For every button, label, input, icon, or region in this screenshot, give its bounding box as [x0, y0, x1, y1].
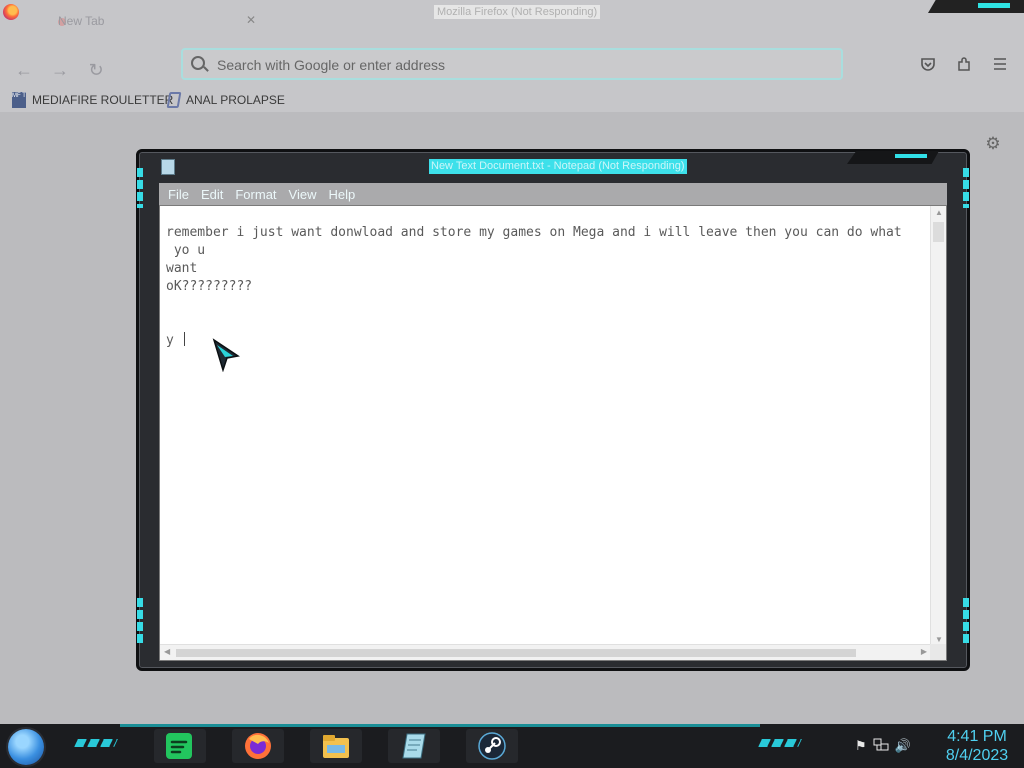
- firefox-taskbar-icon: [245, 733, 271, 759]
- frame-led-decoration: [963, 168, 969, 208]
- taskbar-clock[interactable]: 4:41 PM 8/4/2023: [934, 727, 1020, 765]
- menu-icon[interactable]: [990, 54, 1010, 74]
- spotify-taskbar-icon: [166, 733, 192, 759]
- firefox-logo-icon: [3, 4, 19, 20]
- bookmarks-toolbar: MF T MEDIAFIRE ROULETTER ANAL PROLAPSE: [0, 86, 1024, 112]
- system-tray: ⚑ 🔊: [855, 738, 911, 754]
- frame-led-decoration: [963, 598, 969, 646]
- notepad-taskbar-icon: [402, 733, 426, 759]
- taskbar-glow-decoration: [120, 724, 760, 727]
- window-controls-decoration: [847, 151, 939, 164]
- gear-icon[interactable]: ⚙: [984, 135, 1002, 153]
- window-controls-decoration: [928, 0, 1024, 13]
- mouse-cursor-icon: [212, 338, 240, 372]
- menu-edit[interactable]: Edit: [198, 187, 226, 202]
- window-title: Mozilla Firefox (Not Responding): [434, 5, 601, 19]
- tab-strip: New Tab ✕ Mozilla Firefox (Not Respondin…: [0, 0, 1024, 28]
- scroll-up-icon[interactable]: ▲: [935, 208, 943, 217]
- frame-led-decoration: [137, 168, 143, 208]
- menu-help[interactable]: Help: [325, 187, 358, 202]
- volume-icon[interactable]: 🔊: [895, 738, 911, 754]
- extensions-icon[interactable]: [954, 54, 974, 74]
- menu-format[interactable]: Format: [232, 187, 279, 202]
- start-button[interactable]: [8, 729, 44, 765]
- horizontal-scrollbar[interactable]: ◀ ▶: [160, 644, 931, 660]
- flag-icon[interactable]: ⚑: [855, 738, 867, 754]
- text-editor[interactable]: remember i just want donwload and store …: [159, 205, 947, 661]
- taskbar-app-steam[interactable]: [466, 729, 518, 763]
- size-grip[interactable]: [930, 644, 946, 660]
- search-icon: [191, 56, 205, 70]
- clock-date: 8/4/2023: [945, 747, 1009, 764]
- taskbar-app-firefox[interactable]: [232, 729, 284, 763]
- search-input[interactable]: [215, 54, 815, 76]
- bookmark-mediafire-rouletter[interactable]: MF T MEDIAFIRE ROULETTER: [12, 91, 173, 109]
- forward-icon[interactable]: →: [46, 56, 74, 84]
- scroll-left-icon[interactable]: ◀: [164, 647, 170, 656]
- frame-led-decoration: [137, 598, 143, 646]
- notepad-title: New Text Document.txt - Notepad (Not Res…: [429, 159, 687, 174]
- scroll-down-icon[interactable]: ▼: [935, 635, 943, 644]
- taskbar-app-file-explorer[interactable]: [310, 729, 362, 763]
- vertical-scrollbar[interactable]: ▲ ▼: [930, 206, 946, 646]
- close-tab-icon[interactable]: ✕: [246, 13, 256, 27]
- reload-icon[interactable]: ↻: [82, 56, 110, 84]
- taskbar-led-decoration: [758, 739, 802, 747]
- pocket-icon[interactable]: [918, 54, 938, 74]
- menu-file[interactable]: File: [165, 187, 192, 202]
- back-icon[interactable]: ←: [10, 56, 38, 84]
- scroll-track[interactable]: [176, 649, 856, 657]
- scroll-right-icon[interactable]: ▶: [921, 647, 927, 656]
- mediafire-bookmark-icon: MF T: [12, 92, 26, 108]
- bookmark-label: MEDIAFIRE ROULETTER: [32, 93, 174, 107]
- bookmark-second[interactable]: ANAL PROLAPSE: [166, 91, 285, 109]
- taskbar-app-notepad[interactable]: [388, 729, 440, 763]
- notepad-window[interactable]: New Text Document.txt - Notepad (Not Res…: [136, 149, 970, 671]
- menu-view[interactable]: View: [286, 187, 320, 202]
- network-icon[interactable]: [873, 738, 889, 754]
- bookmark-icon: [166, 92, 182, 108]
- taskbar-led-decoration: [74, 739, 118, 747]
- scroll-thumb[interactable]: [933, 222, 944, 242]
- file-explorer-taskbar-icon: [323, 735, 349, 758]
- steam-taskbar-icon: [478, 732, 506, 760]
- editor-text[interactable]: remember i just want donwload and store …: [166, 225, 902, 348]
- text-caret: [183, 332, 185, 346]
- menu-bar: File Edit Format View Help: [159, 183, 947, 205]
- taskbar-app-spotify[interactable]: [154, 729, 206, 763]
- address-bar[interactable]: [181, 48, 843, 80]
- bookmark-label: ANAL PROLAPSE: [186, 93, 285, 107]
- taskbar: ⚑ 🔊 4:41 PM 8/4/2023: [0, 724, 1024, 768]
- clock-time: 4:41 PM: [947, 728, 1007, 745]
- notepad-icon: [161, 159, 175, 175]
